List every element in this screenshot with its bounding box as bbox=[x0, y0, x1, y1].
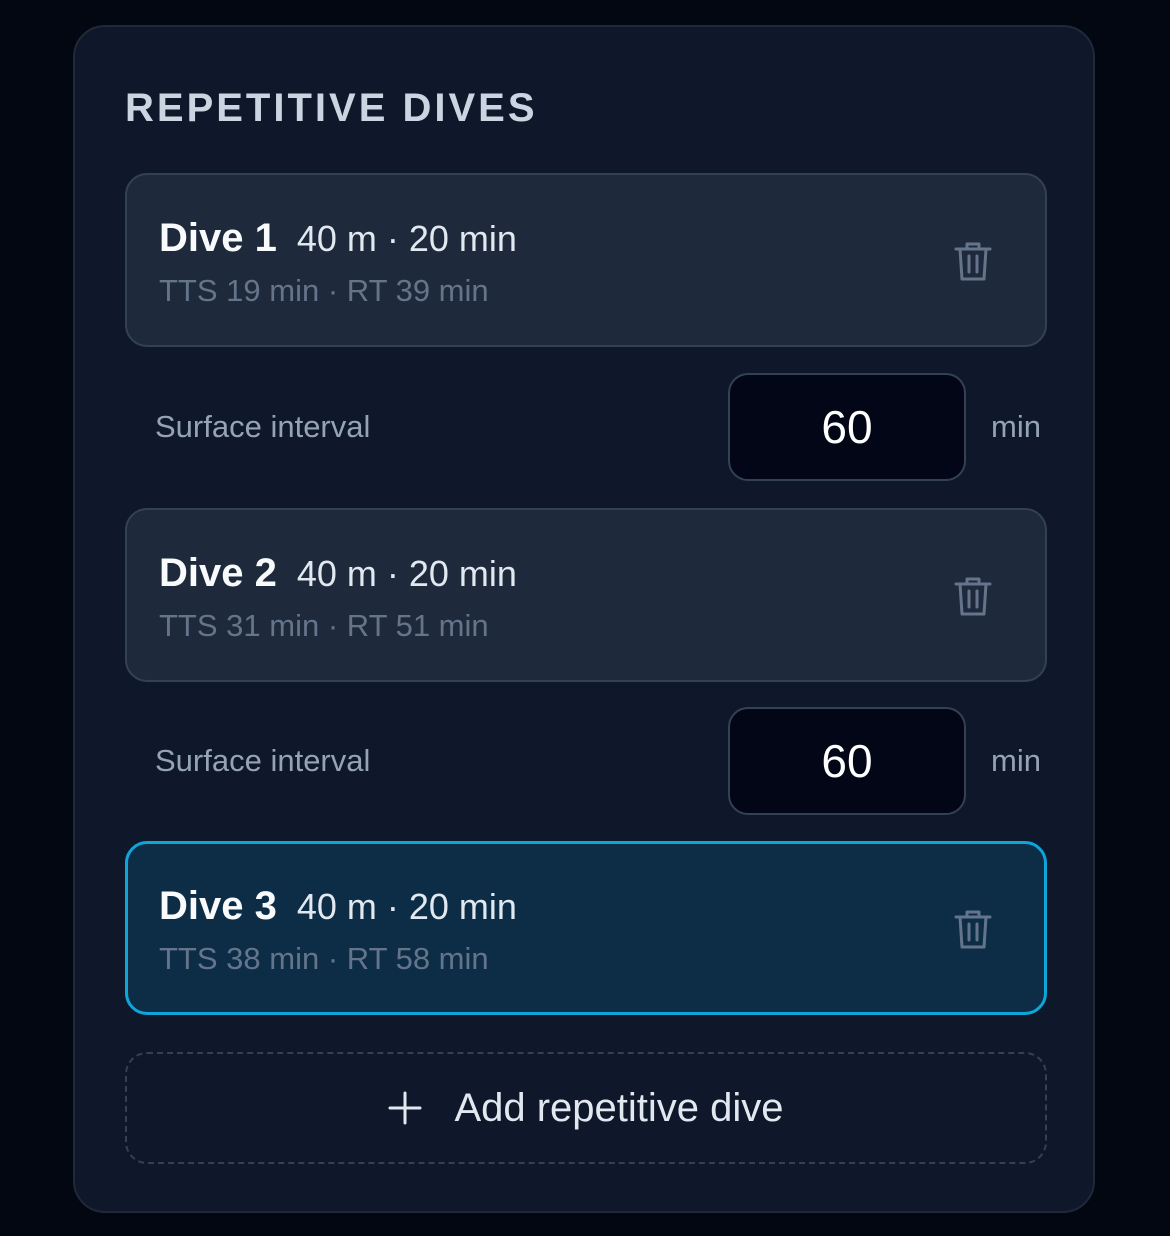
surface-interval-unit: min bbox=[991, 409, 1041, 444]
dive-name: Dive 1 bbox=[159, 216, 277, 260]
repetitive-dives-panel: REPETITIVE DIVES Dive 1 40 m · 20 min TTS… bbox=[73, 25, 1095, 1213]
add-repetitive-dive-button[interactable]: Add repetitive dive bbox=[125, 1052, 1047, 1164]
surface-interval-label: Surface interval bbox=[155, 409, 371, 444]
trash-icon[interactable] bbox=[953, 574, 993, 618]
trash-icon[interactable] bbox=[953, 907, 993, 951]
surface-interval-input[interactable] bbox=[728, 707, 966, 815]
surface-interval-unit: min bbox=[991, 743, 1041, 778]
dive-spec: 40 m · 20 min bbox=[296, 218, 517, 259]
dive-stats: TTS 38 min · RT 58 min bbox=[159, 941, 489, 976]
dive-stats: TTS 19 min · RT 39 min bbox=[159, 273, 489, 308]
dive-card-2[interactable]: Dive 2 40 m · 20 min TTS 31 min · RT 51 m… bbox=[125, 508, 1047, 682]
dive-card-3[interactable]: Dive 3 40 m · 20 min TTS 38 min · RT 58 m… bbox=[125, 841, 1047, 1015]
surface-interval-label: Surface interval bbox=[155, 743, 371, 778]
surface-interval-input[interactable] bbox=[728, 373, 966, 481]
dive-spec: 40 m · 20 min bbox=[296, 553, 517, 594]
dive-name: Dive 2 bbox=[159, 551, 277, 595]
dive-spec: 40 m · 20 min bbox=[296, 886, 517, 927]
dive-card-1[interactable]: Dive 1 40 m · 20 min TTS 19 min · RT 39 m… bbox=[125, 173, 1047, 347]
section-title: REPETITIVE DIVES bbox=[125, 86, 538, 130]
dive-name: Dive 3 bbox=[159, 884, 277, 928]
plus-icon bbox=[388, 1091, 422, 1125]
dive-stats: TTS 31 min · RT 51 min bbox=[159, 608, 489, 643]
add-repetitive-dive-label: Add repetitive dive bbox=[454, 1085, 784, 1130]
trash-icon[interactable] bbox=[953, 239, 993, 283]
